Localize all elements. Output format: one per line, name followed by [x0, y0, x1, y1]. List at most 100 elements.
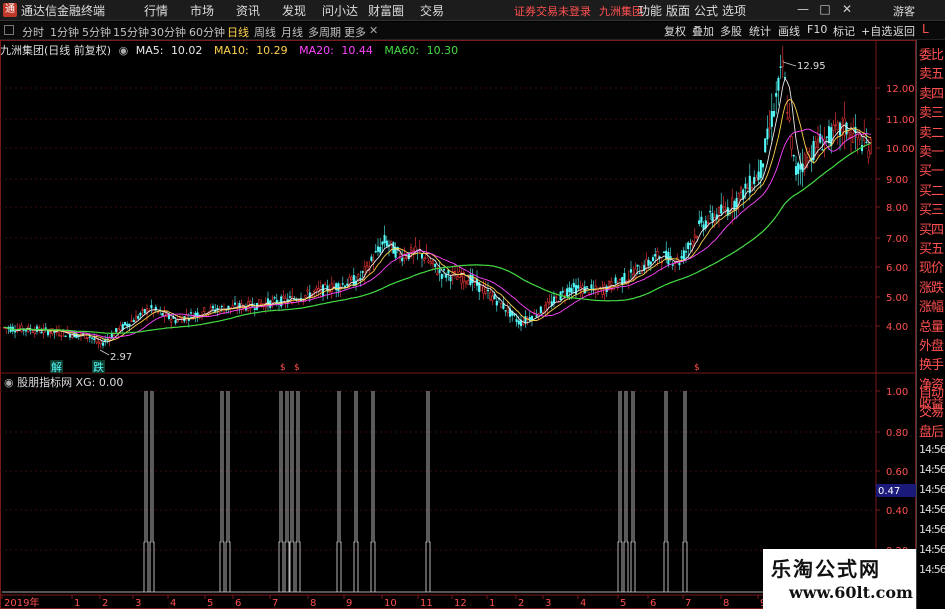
ma5-line — [3, 77, 871, 343]
candle-body — [662, 251, 666, 253]
candle-body — [130, 320, 133, 322]
quote-field-label[interactable]: 换手 — [919, 354, 944, 373]
menu-shichang[interactable]: 市场 — [179, 2, 225, 19]
tab-weekly[interactable]: 周线 — [254, 24, 276, 40]
menu-gongshi[interactable]: 公式 — [692, 2, 720, 19]
button-huaxian[interactable]: 画线 — [778, 23, 800, 39]
tab-1min[interactable]: 1分钟 — [50, 24, 79, 40]
toolbar-checkbox[interactable] — [4, 25, 14, 35]
candlestick-series — [2, 45, 872, 349]
tab-5min[interactable]: 5分钟 — [82, 24, 111, 40]
tab-multi-period[interactable]: 多周期 — [308, 24, 341, 40]
quote-field-label[interactable]: 买一 — [919, 160, 944, 179]
maximize-icon[interactable]: □ — [818, 2, 832, 16]
xg-signal-spike — [295, 391, 301, 592]
more-chevron-icon[interactable]: ✕ — [369, 24, 378, 37]
candle-body — [570, 288, 573, 293]
login-notice[interactable]: 证券交易未登录 九洲集团 — [514, 3, 643, 19]
quote-field-label[interactable]: 涨幅 — [919, 296, 944, 315]
panel-letter[interactable]: L — [922, 22, 929, 36]
quote-field-label[interactable]: 买四 — [919, 219, 944, 238]
quote-field-label[interactable]: 买五 — [919, 238, 944, 257]
chart-area[interactable]: 12.0011.0010.009.008.007.006.005.004.00 … — [0, 40, 916, 609]
quote-field-label[interactable]: 卖四 — [919, 83, 944, 102]
quote-field-label[interactable]: 卖五 — [919, 63, 944, 82]
candle-body — [640, 270, 644, 274]
quote-field-label[interactable]: 自动 — [919, 382, 944, 401]
button-tongji[interactable]: 统计 — [749, 23, 771, 39]
tab-15min[interactable]: 15分钟 — [113, 24, 149, 40]
x-tick-label: 4 — [170, 598, 176, 609]
quote-field-label[interactable]: 现价 — [919, 257, 944, 276]
time-entry[interactable]: 14:56 — [919, 443, 945, 456]
candle-body — [480, 285, 483, 292]
tab-daily[interactable]: 日线 — [227, 24, 249, 40]
time-entry[interactable]: 14:56 — [919, 463, 945, 476]
tab-more[interactable]: 更多 — [344, 24, 366, 40]
xg-signal-spike — [353, 391, 359, 592]
candle-body — [825, 136, 828, 138]
candle-body — [324, 283, 327, 286]
candle-body — [95, 338, 98, 343]
candle-body — [572, 282, 575, 288]
x-tick-label: 7 — [272, 598, 278, 609]
low-pointer-line — [99, 349, 110, 356]
menu-gongneng[interactable]: 功能 — [636, 2, 664, 19]
candle-body — [456, 276, 459, 280]
menu-hangqing[interactable]: 行情 — [133, 2, 179, 19]
quote-field-label[interactable]: 卖一 — [919, 141, 944, 160]
button-biaoji[interactable]: 标记 — [833, 23, 855, 39]
close-icon[interactable]: ✕ — [840, 2, 854, 16]
quote-field-label[interactable]: 盘后 — [919, 421, 944, 440]
menu-wenxiaoda[interactable]: 问小达 — [317, 2, 363, 19]
button-duogu[interactable]: 多股 — [720, 23, 742, 39]
quote-field-label[interactable]: 涨跌 — [919, 277, 944, 296]
candle-body — [449, 276, 452, 282]
candle-body — [629, 269, 633, 273]
tab-monthly[interactable]: 月线 — [281, 24, 303, 40]
tab-60min[interactable]: 60分钟 — [189, 24, 225, 40]
tab-fenshi[interactable]: 分时 — [22, 24, 44, 40]
menu-banmian[interactable]: 版面 — [664, 2, 692, 19]
quote-field-label[interactable]: 外盘 — [919, 335, 944, 354]
x-tick-label: 5 — [207, 598, 213, 609]
button-back[interactable]: 返回 — [893, 23, 915, 39]
candle-body — [654, 254, 657, 257]
quote-field-label[interactable]: 卖二 — [919, 122, 944, 141]
menu-xuanxiang[interactable]: 选项 — [720, 2, 748, 19]
menu-caifuquan[interactable]: 财富圈 — [363, 2, 409, 19]
candle-body — [495, 300, 498, 306]
minimize-icon[interactable]: — — [796, 2, 810, 16]
quote-field-label[interactable]: 买三 — [919, 199, 944, 218]
candle-body — [31, 331, 34, 334]
xg-signal-spike — [143, 391, 149, 592]
tab-30min[interactable]: 30分钟 — [150, 24, 186, 40]
button-add-favorite[interactable]: +自选 — [861, 23, 892, 39]
menu-faxian[interactable]: 发现 — [271, 2, 317, 19]
candle-body — [671, 264, 674, 266]
quote-field-label[interactable]: 委比 — [919, 44, 944, 63]
time-entry[interactable]: 14:56 — [919, 563, 945, 576]
candle-body — [306, 289, 309, 292]
guest-user[interactable]: 游客 — [893, 3, 915, 19]
candle-body — [143, 309, 146, 314]
quote-field-label[interactable]: 卖三 — [919, 102, 944, 121]
time-entry[interactable]: 14:56 — [919, 503, 945, 516]
button-fuquan[interactable]: 复权 — [664, 23, 686, 39]
quote-field-label[interactable]: 交易 — [919, 401, 944, 420]
time-entry[interactable]: 14:56 — [919, 523, 945, 536]
button-f10[interactable]: F10 — [807, 23, 827, 36]
time-entry[interactable]: 14:56 — [919, 483, 945, 496]
button-diejia[interactable]: 叠加 — [692, 23, 714, 39]
candle-body — [90, 337, 94, 339]
quote-side-panel: L 委比 卖五 卖四 卖三 卖二 卖一 买一 买二 买三 买四 买五 现价 涨跌 涨幅 总量 外盘 换手 净资 收益… — [916, 22, 945, 609]
sub-legend-toggle-icon[interactable]: ◉ — [4, 376, 14, 389]
quote-field-label[interactable]: 买二 — [919, 180, 944, 199]
menu-zixun[interactable]: 资讯 — [225, 2, 271, 19]
x-tick-label: 8 — [310, 598, 316, 609]
time-entry[interactable]: 14:56 — [919, 543, 945, 556]
candle-body — [381, 241, 384, 245]
site-watermark: 乐淘公式网 www.60lt.com — [763, 549, 916, 609]
menu-jiaoyi[interactable]: 交易 — [409, 2, 455, 19]
quote-field-label[interactable]: 总量 — [919, 316, 944, 335]
